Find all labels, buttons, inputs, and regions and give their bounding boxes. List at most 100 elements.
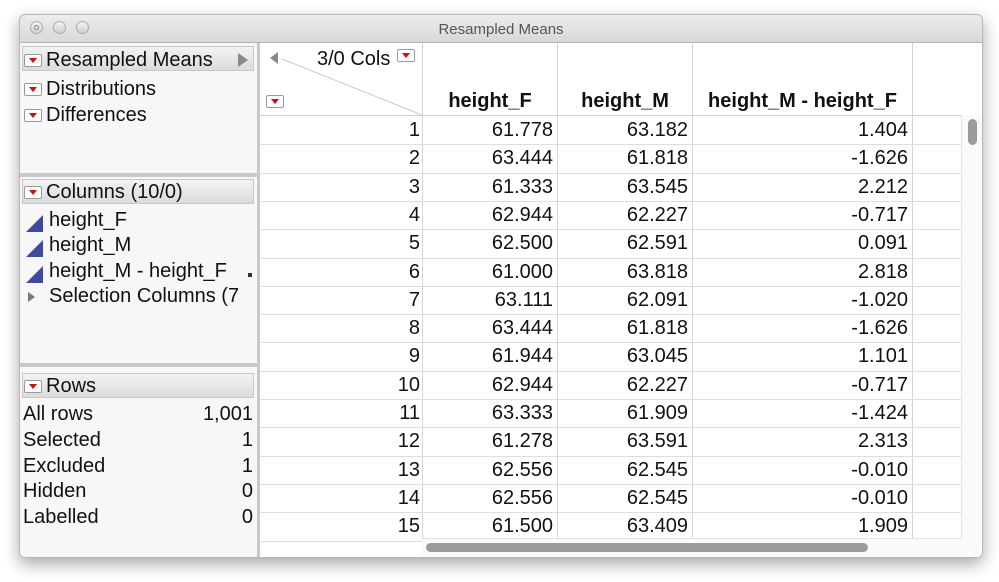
horizontal-scroll-thumb[interactable] xyxy=(426,543,868,552)
differences-dropdown-icon[interactable] xyxy=(24,109,42,122)
column-header-height-f[interactable]: height_F xyxy=(422,43,557,115)
height-m-cell[interactable]: 63.409 xyxy=(627,515,688,538)
height-diff-cell[interactable]: 2.212 xyxy=(858,176,908,199)
height-diff-cell[interactable]: -1.626 xyxy=(851,147,908,170)
continuous-column-icon xyxy=(26,215,43,232)
scroll-columns-left-icon[interactable] xyxy=(270,52,278,64)
expand-arrow-icon[interactable] xyxy=(238,53,248,67)
height-m-cell[interactable]: 61.909 xyxy=(627,402,688,425)
row-number-cell[interactable]: 9 xyxy=(409,345,420,368)
rows-value-hidden: 0 xyxy=(241,480,253,502)
height-diff-cell[interactable]: 1.101 xyxy=(858,345,908,368)
height-m-cell[interactable]: 62.091 xyxy=(627,289,688,312)
row-number-cell[interactable]: 1 xyxy=(409,119,420,142)
height-diff-cell[interactable]: -0.717 xyxy=(851,204,908,227)
row-number-cell[interactable]: 11 xyxy=(399,402,420,425)
height-f-cell[interactable]: 62.556 xyxy=(492,487,553,510)
column-header-label: height_M xyxy=(581,90,669,112)
height-diff-cell[interactable]: 0.091 xyxy=(858,232,908,255)
formula-marker-icon xyxy=(248,273,252,277)
row-number-cell[interactable]: 14 xyxy=(398,487,420,510)
height-f-cell[interactable]: 63.111 xyxy=(495,289,553,312)
height-m-cell[interactable]: 63.182 xyxy=(627,119,688,142)
height-m-cell[interactable]: 61.818 xyxy=(627,317,688,340)
height-diff-cell[interactable]: -0.717 xyxy=(851,374,908,397)
height-m-cell[interactable]: 63.591 xyxy=(627,430,688,453)
row-number-cell[interactable]: 4 xyxy=(409,204,420,227)
height-f-cell[interactable]: 61.500 xyxy=(492,515,553,538)
row-number-cell[interactable]: 6 xyxy=(409,261,420,284)
column-header-label: height_M - height_F xyxy=(708,90,897,112)
column-header-height-m[interactable]: height_M xyxy=(557,43,692,115)
height-f-cell[interactable]: 63.444 xyxy=(492,147,553,170)
column-item-height-m[interactable]: height_M xyxy=(49,234,131,257)
height-diff-cell[interactable]: -1.020 xyxy=(851,289,908,312)
grid-row-divider xyxy=(260,229,982,231)
tables-item-differences[interactable]: Differences xyxy=(46,104,147,127)
height-diff-cell[interactable]: -0.010 xyxy=(851,459,908,482)
horizontal-scrollbar[interactable] xyxy=(422,538,962,557)
height-m-cell[interactable]: 63.818 xyxy=(627,261,688,284)
height-m-cell[interactable]: 62.227 xyxy=(627,374,688,397)
column-header-label: height_F xyxy=(448,90,532,112)
height-f-cell[interactable]: 62.944 xyxy=(492,204,553,227)
row-number-cell[interactable]: 3 xyxy=(409,176,420,199)
height-f-cell[interactable]: 61.333 xyxy=(492,176,553,199)
vertical-scrollbar[interactable] xyxy=(961,115,982,557)
columns-panel: Columns (10/0) height_F height_M height_… xyxy=(20,177,257,363)
column-item-height-diff[interactable]: height_M - height_F xyxy=(49,260,227,283)
row-number-cell[interactable]: 15 xyxy=(398,515,420,538)
height-diff-cell[interactable]: -1.424 xyxy=(851,402,908,425)
grid-column-divider xyxy=(912,116,913,539)
height-m-cell[interactable]: 62.591 xyxy=(627,232,688,255)
continuous-column-icon xyxy=(26,240,43,257)
height-f-cell[interactable]: 63.333 xyxy=(492,402,553,425)
height-f-cell[interactable]: 62.944 xyxy=(492,374,553,397)
row-number-cell[interactable]: 2 xyxy=(409,147,420,170)
height-diff-cell[interactable]: 1.404 xyxy=(858,119,908,142)
height-f-cell[interactable]: 63.444 xyxy=(492,317,553,340)
vertical-scroll-thumb[interactable] xyxy=(968,119,977,145)
row-number-cell[interactable]: 12 xyxy=(398,430,420,453)
grid-row-divider xyxy=(260,200,982,202)
app-window: Resampled Means Resampled Means Distribu… xyxy=(19,14,983,558)
tables-item-distributions[interactable]: Distributions xyxy=(46,78,156,101)
height-m-cell[interactable]: 62.545 xyxy=(627,487,688,510)
rows-menu-dropdown-icon[interactable] xyxy=(266,95,284,108)
row-number-cell[interactable]: 5 xyxy=(409,232,420,255)
height-m-cell[interactable]: 63.045 xyxy=(627,345,688,368)
grid-row-divider xyxy=(260,483,982,485)
row-number-cell[interactable]: 8 xyxy=(409,317,420,340)
height-f-cell[interactable]: 61.778 xyxy=(492,119,553,142)
columns-menu-dropdown-icon[interactable] xyxy=(397,49,415,62)
row-number-cell[interactable]: 13 xyxy=(398,459,420,482)
row-number-cell[interactable]: 10 xyxy=(398,374,420,397)
distributions-dropdown-icon[interactable] xyxy=(24,83,42,96)
grid-row-divider xyxy=(260,314,982,316)
row-number-cell[interactable]: 7 xyxy=(409,289,420,312)
height-diff-cell[interactable]: 1.909 xyxy=(858,515,908,538)
height-m-cell[interactable]: 63.545 xyxy=(627,176,688,199)
rows-dropdown-icon[interactable] xyxy=(24,380,42,393)
height-f-cell[interactable]: 61.944 xyxy=(492,345,553,368)
table-menu-dropdown-icon[interactable] xyxy=(24,54,42,67)
height-m-cell[interactable]: 62.545 xyxy=(627,459,688,482)
column-group-selection-columns[interactable]: Selection Columns (7 xyxy=(49,285,239,308)
rows-value-all: 1,001 xyxy=(202,403,253,425)
height-diff-cell[interactable]: -1.626 xyxy=(851,317,908,340)
height-diff-cell[interactable]: -0.010 xyxy=(851,487,908,510)
height-m-cell[interactable]: 61.818 xyxy=(627,147,688,170)
height-diff-cell[interactable]: 2.313 xyxy=(858,430,908,453)
tables-item-resampled-means[interactable]: Resampled Means xyxy=(46,49,213,72)
height-f-cell[interactable]: 62.556 xyxy=(492,459,553,482)
height-f-cell[interactable]: 62.500 xyxy=(492,232,553,255)
height-f-cell[interactable]: 61.000 xyxy=(492,261,553,284)
disclosure-triangle-icon[interactable] xyxy=(28,292,35,302)
height-f-cell[interactable]: 61.278 xyxy=(492,430,553,453)
height-m-cell[interactable]: 62.227 xyxy=(627,204,688,227)
column-item-height-f[interactable]: height_F xyxy=(49,209,127,232)
column-header-height-diff[interactable]: height_M - height_F xyxy=(692,43,912,115)
data-grid: 3/0 Cols height_F height_M height_M - he… xyxy=(260,43,982,557)
columns-dropdown-icon[interactable] xyxy=(24,186,42,199)
height-diff-cell[interactable]: 2.818 xyxy=(858,261,908,284)
